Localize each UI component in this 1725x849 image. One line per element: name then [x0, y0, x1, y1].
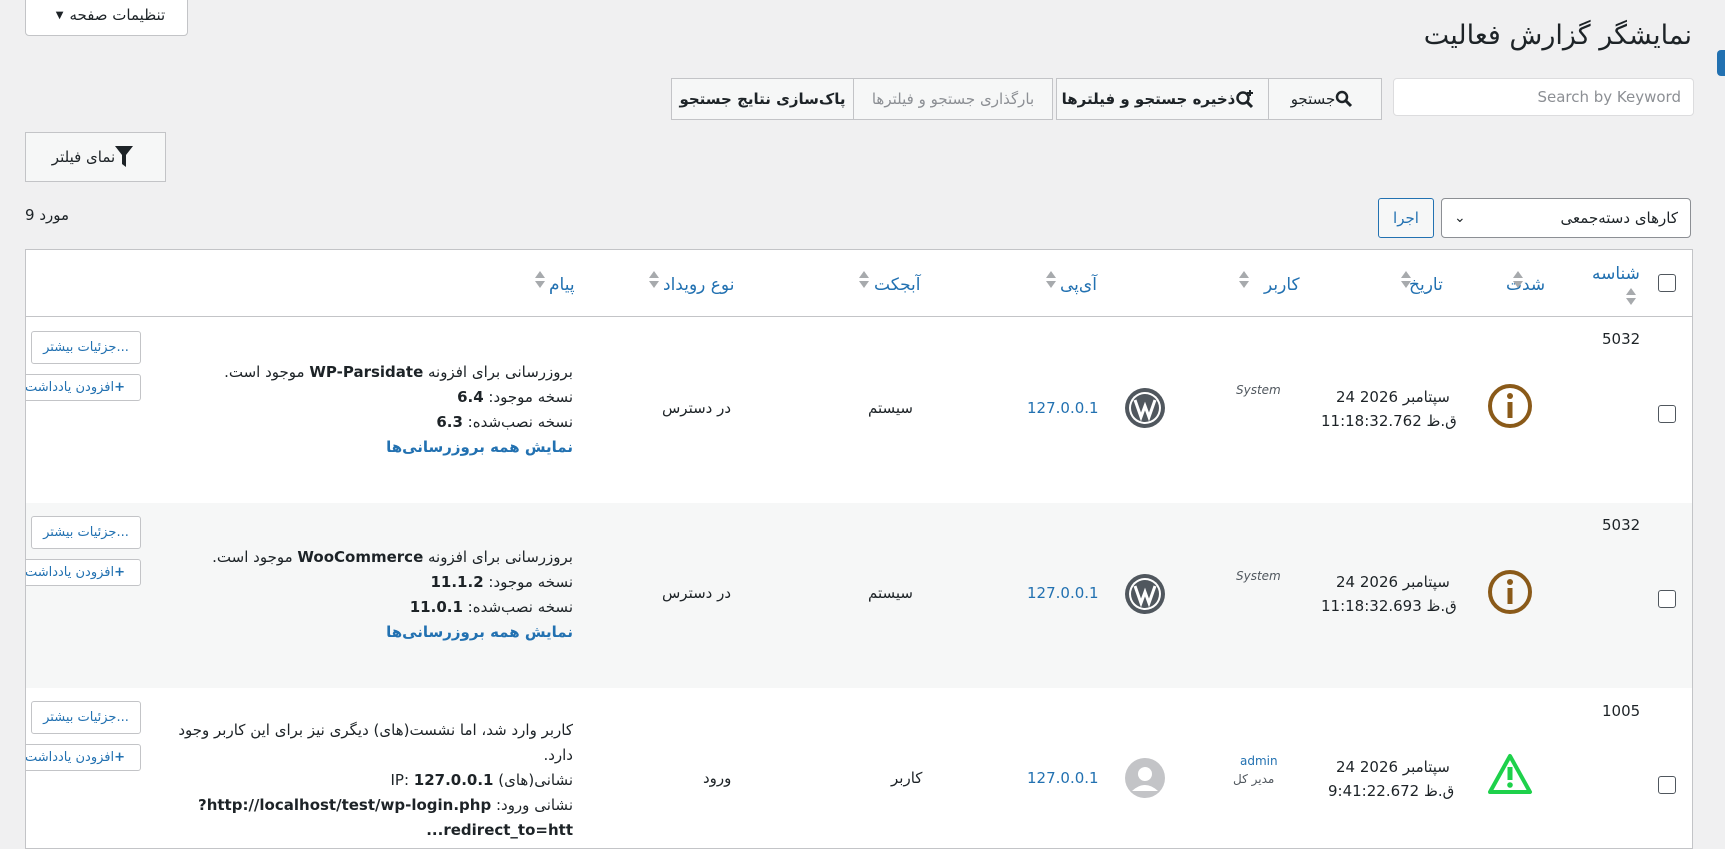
- wordpress-icon: [1125, 574, 1165, 614]
- table-row: 5032 24 سپتامبر 2026 11:18:32.762 ق.ظ Sy…: [26, 317, 1692, 502]
- filter-view-label: نمای فیلتر: [51, 148, 116, 166]
- column-date[interactable]: تاریخ: [1409, 275, 1443, 295]
- show-all-updates-link[interactable]: نمایش همه بروزرسانی‌ها: [212, 620, 573, 645]
- sort-icon[interactable]: [1046, 271, 1056, 289]
- plus-icon: +: [114, 750, 126, 765]
- row-user: System: [1236, 569, 1281, 583]
- row-ip[interactable]: 127.0.0.1: [1027, 584, 1099, 602]
- column-severity[interactable]: شدت: [1506, 275, 1545, 295]
- details-button[interactable]: جزئیات بیشتر...: [31, 701, 141, 734]
- sort-icon[interactable]: [649, 271, 659, 289]
- column-user[interactable]: کاربر: [1264, 275, 1300, 295]
- row-date: 24 سپتامبر 2026: [1336, 573, 1450, 591]
- bulk-actions-value: کارهای دسته‌جمعی: [1560, 209, 1678, 227]
- page-settings-label: تنظیمات صفحه: [69, 6, 166, 24]
- row-ip[interactable]: 127.0.0.1: [1027, 399, 1099, 417]
- row-object: سیستم: [868, 399, 913, 417]
- plus-icon: +: [114, 565, 126, 580]
- row-user: System: [1236, 383, 1281, 397]
- search-icon: [1336, 90, 1353, 108]
- sort-icon[interactable]: [859, 271, 869, 289]
- search-button[interactable]: جستجو: [1268, 78, 1382, 120]
- row-message: بروزرسانی برای افزونه WooCommerce موجود …: [212, 545, 573, 645]
- row-user-role: مدیر کل: [1233, 772, 1275, 786]
- table-row: 5032 24 سپتامبر 2026 11:18:32.693 ق.ظ Sy…: [26, 503, 1692, 688]
- apply-button[interactable]: اجرا: [1378, 198, 1434, 238]
- row-user[interactable]: admin: [1240, 754, 1278, 768]
- details-button[interactable]: جزئیات بیشتر...: [31, 331, 141, 364]
- sort-icon[interactable]: [1401, 271, 1411, 289]
- page-settings-button[interactable]: ▼ تنظیمات صفحه: [25, 0, 188, 36]
- warning-icon: [1488, 754, 1532, 794]
- column-event-type[interactable]: نوع رویداد: [663, 275, 734, 295]
- add-note-label: افزودن یادداشت: [25, 565, 115, 580]
- row-checkbox[interactable]: [1658, 776, 1676, 794]
- user-avatar-icon: [1125, 758, 1165, 798]
- wordpress-icon: [1125, 388, 1165, 428]
- table-row: 1005 24 سپتامبر 2026 9:41:22.672 ق.ظ adm…: [25, 688, 1692, 848]
- filter-view-button[interactable]: نمای فیلتر: [25, 132, 166, 182]
- chevron-down-icon: ▼: [55, 9, 64, 21]
- row-object: کاربر: [891, 769, 923, 787]
- sort-icon[interactable]: [535, 271, 545, 289]
- row-time: 9:41:22.672 ق.ظ: [1328, 782, 1455, 800]
- add-note-button[interactable]: افزودن یادداشت +: [25, 744, 141, 771]
- add-note-label: افزودن یادداشت: [25, 750, 115, 765]
- row-id: 5032: [1602, 516, 1641, 534]
- column-message[interactable]: پیام: [549, 275, 575, 295]
- sort-icon[interactable]: [1626, 288, 1636, 306]
- row-object: سیستم: [868, 584, 913, 602]
- row-event-type: در دسترس: [662, 399, 732, 417]
- row-message: بروزرسانی برای افزونه WP-Parsidate موجود…: [224, 360, 573, 460]
- sort-icon[interactable]: [1513, 271, 1523, 289]
- select-all-checkbox[interactable]: [1658, 274, 1676, 292]
- search-placeholder: Search by Keyword: [1537, 88, 1681, 106]
- search-input[interactable]: Search by Keyword: [1393, 78, 1694, 116]
- row-checkbox[interactable]: [1658, 405, 1676, 423]
- plus-icon: +: [114, 380, 126, 395]
- row-event-type: در دسترس: [662, 584, 732, 602]
- load-search-button[interactable]: بارگذاری جستجو و فیلترها: [853, 78, 1053, 120]
- info-icon: [1488, 570, 1532, 614]
- save-search-label: ذخیره جستجو و فیلترها: [1061, 90, 1236, 108]
- row-date: 24 سپتامبر 2026: [1336, 758, 1450, 776]
- items-count: 9 مورد: [25, 206, 70, 224]
- row-event-type: ورود: [703, 769, 732, 787]
- row-id: 1005: [1602, 702, 1641, 720]
- clear-search-label: پاک‌سازی نتایج جستجو: [679, 90, 846, 108]
- column-ip[interactable]: آی‌پی: [1060, 275, 1097, 295]
- page-title: نمایشگر گزارش فعالیت: [1423, 20, 1692, 51]
- clear-search-button[interactable]: پاک‌سازی نتایج جستجو: [671, 78, 854, 120]
- table-header: شناسه شدت تاریخ کاربر آی‌پی آبجکت نوع رو…: [26, 250, 1692, 317]
- row-id: 5032: [1602, 330, 1641, 348]
- row-date: 24 سپتامبر 2026: [1336, 388, 1450, 406]
- row-time: 11:18:32.762 ق.ظ: [1321, 412, 1457, 430]
- load-search-label: بارگذاری جستجو و فیلترها: [871, 90, 1035, 108]
- sort-icon[interactable]: [1239, 271, 1249, 289]
- add-note-button[interactable]: افزودن یادداشت +: [25, 559, 141, 586]
- row-ip[interactable]: 127.0.0.1: [1027, 769, 1099, 787]
- bulk-actions-select[interactable]: ⌄ کارهای دسته‌جمعی: [1441, 198, 1691, 238]
- show-all-updates-link[interactable]: نمایش همه بروزرسانی‌ها: [224, 435, 573, 460]
- column-id[interactable]: شناسه: [1592, 264, 1640, 284]
- activity-log-table: شناسه شدت تاریخ کاربر آی‌پی آبجکت نوع رو…: [25, 249, 1693, 849]
- row-time: 11:18:32.693 ق.ظ: [1321, 597, 1457, 615]
- info-icon: [1488, 384, 1532, 428]
- filter-icon: [115, 146, 134, 167]
- search-plus-icon: [1236, 90, 1254, 109]
- details-button[interactable]: جزئیات بیشتر...: [31, 516, 141, 549]
- row-checkbox[interactable]: [1658, 590, 1676, 608]
- add-note-label: افزودن یادداشت: [25, 380, 115, 395]
- search-label: جستجو: [1290, 90, 1336, 108]
- column-object[interactable]: آبجکت: [874, 275, 921, 295]
- scroll-indicator: [1717, 50, 1725, 76]
- add-note-button[interactable]: افزودن یادداشت +: [25, 374, 141, 401]
- row-message: کاربر وارد شد، اما نشست(های) دیگری نیز ب…: [178, 721, 573, 839]
- save-search-button[interactable]: ذخیره جستجو و فیلترها: [1056, 78, 1269, 120]
- chevron-down-icon: ⌄: [1454, 210, 1466, 226]
